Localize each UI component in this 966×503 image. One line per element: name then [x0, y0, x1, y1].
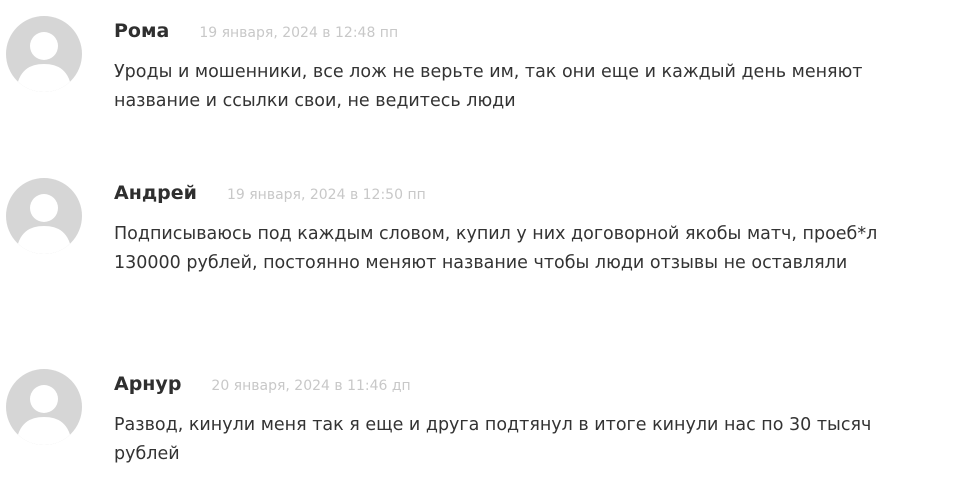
comment-text: Уроды и мошенники, все лож не верьте им,…	[114, 62, 863, 111]
comment-author: Арнур	[114, 373, 182, 395]
user-avatar-icon	[6, 369, 82, 445]
comment-author: Рома	[114, 20, 170, 42]
comment-meta: Андрей 19 января, 2024 в 12:50 пп	[114, 182, 426, 204]
user-avatar-icon	[6, 178, 82, 254]
comment-date[interactable]: 19 января, 2024 в 12:48 пп	[199, 25, 398, 41]
comment-meta: Арнур 20 января, 2024 в 11:46 дп	[114, 373, 411, 395]
comment-date[interactable]: 20 января, 2024 в 11:46 дп	[211, 378, 410, 394]
comment-text: Развод, кинули меня так я еще и друга по…	[114, 415, 872, 464]
comment-text: Подписываюсь под каждым словом, купил у …	[114, 224, 878, 273]
user-avatar-icon	[6, 16, 82, 92]
comment-author: Андрей	[114, 182, 197, 204]
comment-meta: Рома 19 января, 2024 в 12:48 пп	[114, 20, 398, 42]
comment-date[interactable]: 19 января, 2024 в 12:50 пп	[227, 187, 426, 203]
